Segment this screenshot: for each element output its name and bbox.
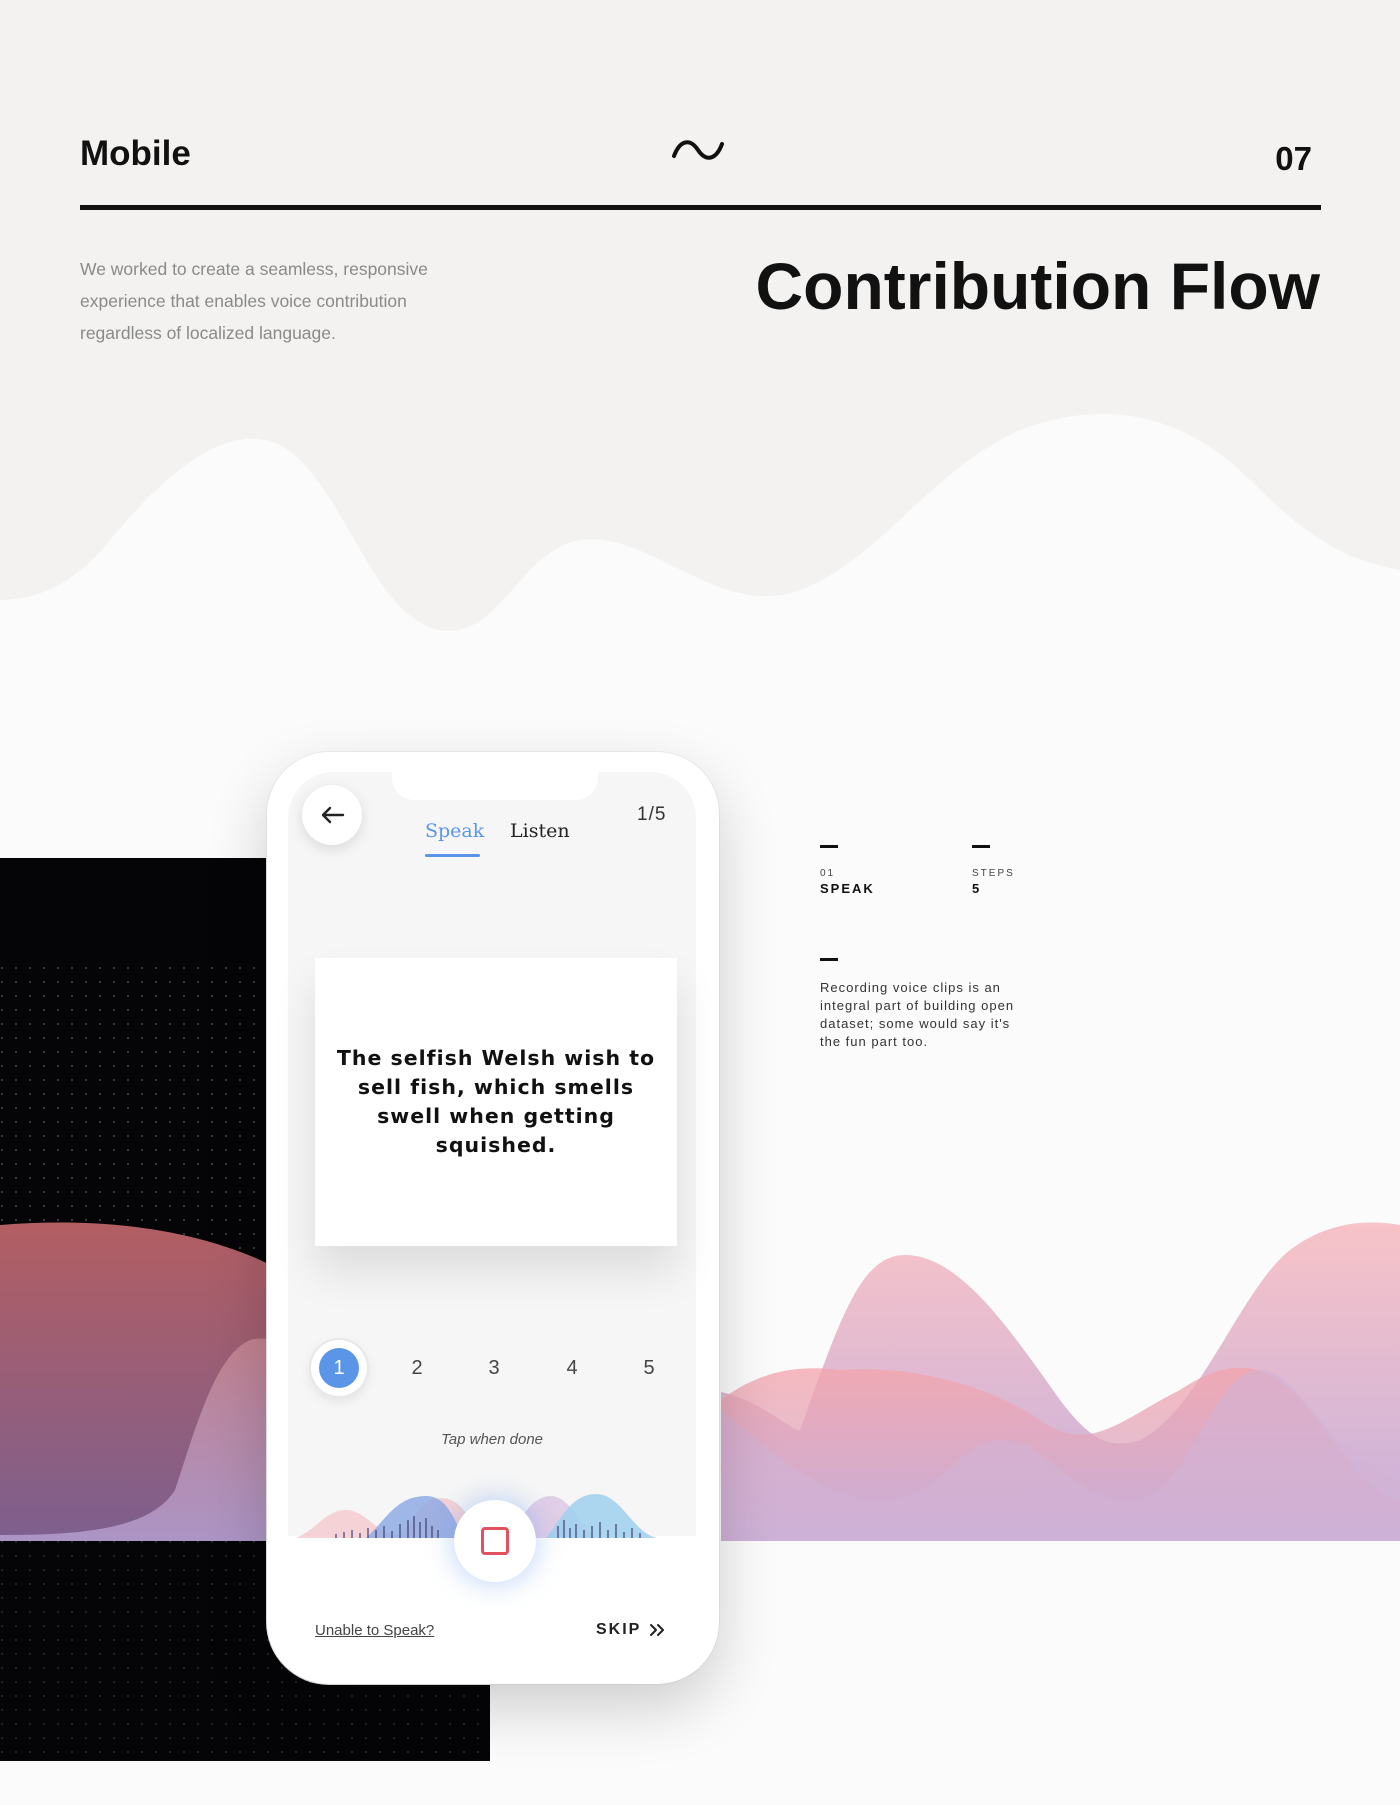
header-divider <box>80 205 1321 210</box>
phone-notch <box>392 772 598 800</box>
stop-square-icon <box>481 1527 509 1555</box>
step-indicator: 1 2 3 4 5 <box>311 1340 686 1400</box>
step-name: SPEAK <box>820 881 875 896</box>
step-4[interactable]: 4 <box>544 1340 600 1396</box>
tilde-wave-icon <box>672 140 724 160</box>
unable-to-speak-link[interactable]: Unable to Speak? <box>315 1622 434 1639</box>
double-chevron-right-icon <box>650 1624 665 1636</box>
tab-listen[interactable]: Listen <box>510 820 570 842</box>
step-1[interactable]: 1 <box>311 1340 367 1396</box>
meta-dash <box>972 845 990 848</box>
intro-paragraph: We worked to create a seamless, responsi… <box>80 259 428 343</box>
stop-recording-button[interactable] <box>454 1500 536 1582</box>
step-3[interactable]: 3 <box>466 1340 522 1396</box>
page-number: 07 <box>1275 140 1312 177</box>
tap-hint: Tap when done <box>440 1431 544 1448</box>
active-tab-indicator <box>425 854 480 857</box>
step-5[interactable]: 5 <box>621 1340 677 1396</box>
sentence-card: The selfish Welsh wish to sell fish, whi… <box>315 958 677 1246</box>
meta-dash <box>820 958 838 961</box>
back-button[interactable] <box>302 785 362 845</box>
tab-speak[interactable]: Speak <box>425 820 484 842</box>
step-2[interactable]: 2 <box>389 1340 445 1396</box>
arrow-left-icon <box>321 806 345 824</box>
steps-value: 5 <box>972 881 982 896</box>
meta-description: Recording voice clips is an integral par… <box>820 980 1015 1049</box>
step-index: 01 <box>820 868 836 879</box>
meta-dash <box>820 845 838 848</box>
page-title: Contribution Flow <box>755 249 1320 323</box>
steps-label: STEPS <box>972 868 1015 879</box>
section-title: Mobile <box>80 134 191 173</box>
skip-button[interactable]: SKIP <box>596 1621 665 1639</box>
step-1-label: 1 <box>319 1348 359 1388</box>
skip-label: SKIP <box>596 1621 642 1638</box>
progress-counter: 1/5 <box>637 804 667 825</box>
sentence-text: The selfish Welsh wish to sell fish, whi… <box>336 1046 656 1157</box>
